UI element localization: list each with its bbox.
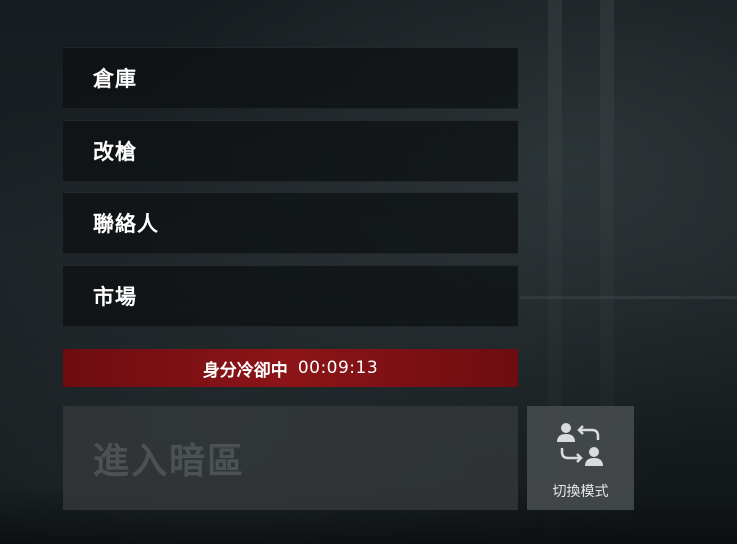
menu-item-label: 倉庫 bbox=[93, 67, 137, 91]
menu-item-gunsmith[interactable]: 改槍 bbox=[63, 120, 518, 182]
background-rail bbox=[520, 296, 737, 299]
enter-dark-zone-button[interactable]: 進入暗區 bbox=[63, 406, 518, 510]
menu-item-label: 市場 bbox=[93, 285, 137, 309]
cooldown-timer: 00:09:13 bbox=[297, 358, 379, 378]
switch-user-icon bbox=[557, 423, 603, 466]
menu-item-contacts[interactable]: 聯絡人 bbox=[63, 192, 518, 254]
switch-mode-button[interactable]: 切換模式 bbox=[527, 406, 634, 510]
menu-item-warehouse[interactable]: 倉庫 bbox=[63, 47, 518, 109]
menu-item-label: 改槍 bbox=[93, 140, 137, 164]
menu-item-label: 聯絡人 bbox=[93, 212, 159, 236]
menu-item-market[interactable]: 市場 bbox=[63, 265, 518, 327]
identity-cooldown-banner: 身分冷卻中 00:09:13 bbox=[63, 349, 518, 387]
cooldown-label: 身分冷卻中 bbox=[202, 360, 288, 381]
switch-mode-label: 切換模式 bbox=[552, 484, 609, 500]
enter-dark-zone-label: 進入暗區 bbox=[93, 441, 246, 482]
